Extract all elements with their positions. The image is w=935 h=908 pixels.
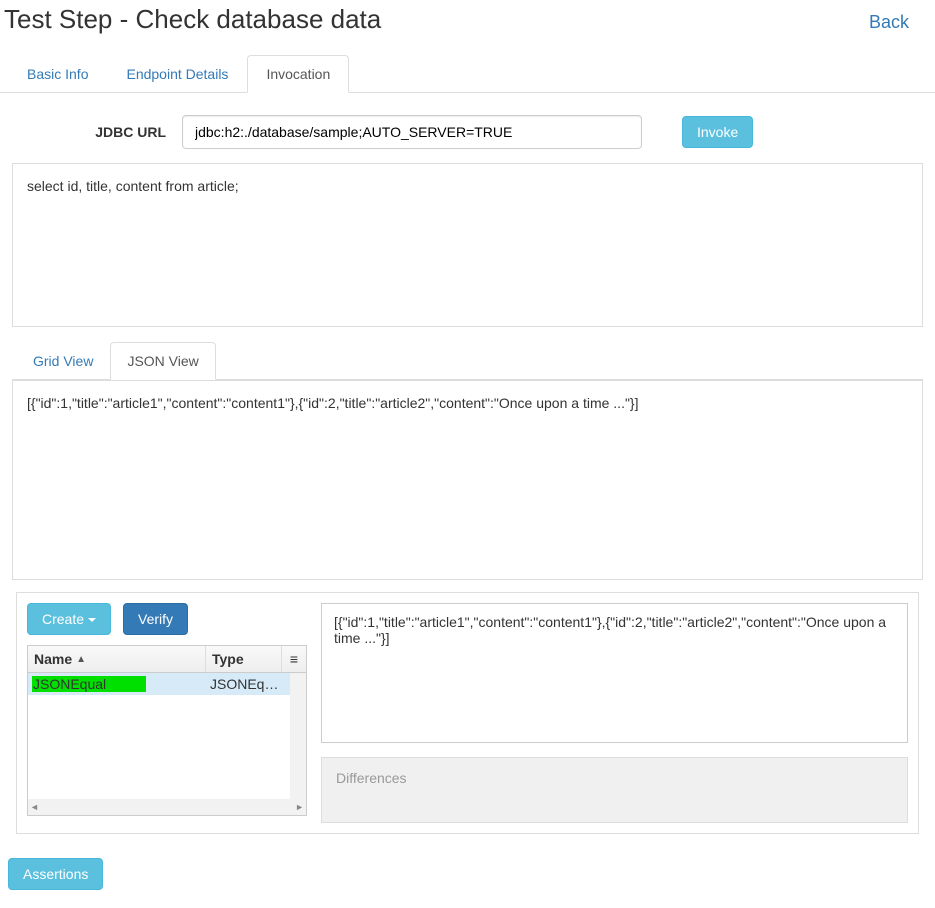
create-button-label: Create bbox=[42, 611, 84, 627]
expected-value-box[interactable]: [{"id":1,"title":"article1","content":"c… bbox=[321, 603, 908, 743]
scroll-left-icon: ◄ bbox=[30, 802, 39, 812]
top-tabs: Basic Info Endpoint Details Invocation bbox=[0, 55, 935, 93]
jdbc-url-label: JDBC URL bbox=[12, 124, 182, 140]
sort-asc-icon: ▲ bbox=[76, 654, 86, 665]
sql-textarea[interactable]: select id, title, content from article; bbox=[12, 163, 923, 327]
grid-menu-button[interactable]: ≡ bbox=[282, 646, 306, 672]
invoke-button[interactable]: Invoke bbox=[682, 116, 753, 148]
page-title: Test Step - Check database data bbox=[4, 4, 381, 35]
differences-box: Differences bbox=[321, 757, 908, 823]
assertions-grid: Name ▲ Type ≡ JSONEqual JSONEq… bbox=[27, 645, 307, 816]
tab-endpoint-details[interactable]: Endpoint Details bbox=[107, 55, 247, 93]
tab-basic-info[interactable]: Basic Info bbox=[8, 55, 107, 93]
chevron-down-icon bbox=[88, 618, 96, 622]
column-header-type[interactable]: Type bbox=[206, 646, 282, 672]
back-link[interactable]: Back bbox=[869, 12, 927, 33]
assertions-button[interactable]: Assertions bbox=[8, 858, 103, 890]
json-result-box[interactable]: [{"id":1,"title":"article1","content":"c… bbox=[12, 380, 923, 580]
assertion-name-cell: JSONEqual bbox=[32, 676, 146, 692]
assertions-panel: Create Verify Name ▲ Type ≡ bbox=[16, 592, 919, 834]
horizontal-scrollbar[interactable]: ◄ ► bbox=[28, 799, 306, 815]
assertion-type-cell: JSONEq… bbox=[206, 673, 290, 695]
jdbc-url-input[interactable] bbox=[182, 115, 642, 149]
column-header-name[interactable]: Name ▲ bbox=[28, 646, 206, 672]
view-tabs: Grid View JSON View bbox=[12, 342, 923, 380]
tab-json-view[interactable]: JSON View bbox=[110, 342, 215, 380]
table-row[interactable]: JSONEqual JSONEq… bbox=[28, 673, 290, 695]
hamburger-icon: ≡ bbox=[290, 651, 298, 667]
vertical-scrollbar[interactable] bbox=[290, 673, 306, 799]
column-header-name-label: Name bbox=[34, 651, 72, 667]
verify-button[interactable]: Verify bbox=[123, 603, 188, 635]
scroll-right-icon: ► bbox=[295, 802, 304, 812]
tab-invocation[interactable]: Invocation bbox=[247, 55, 349, 93]
tab-grid-view[interactable]: Grid View bbox=[16, 342, 110, 380]
create-button[interactable]: Create bbox=[27, 603, 111, 635]
